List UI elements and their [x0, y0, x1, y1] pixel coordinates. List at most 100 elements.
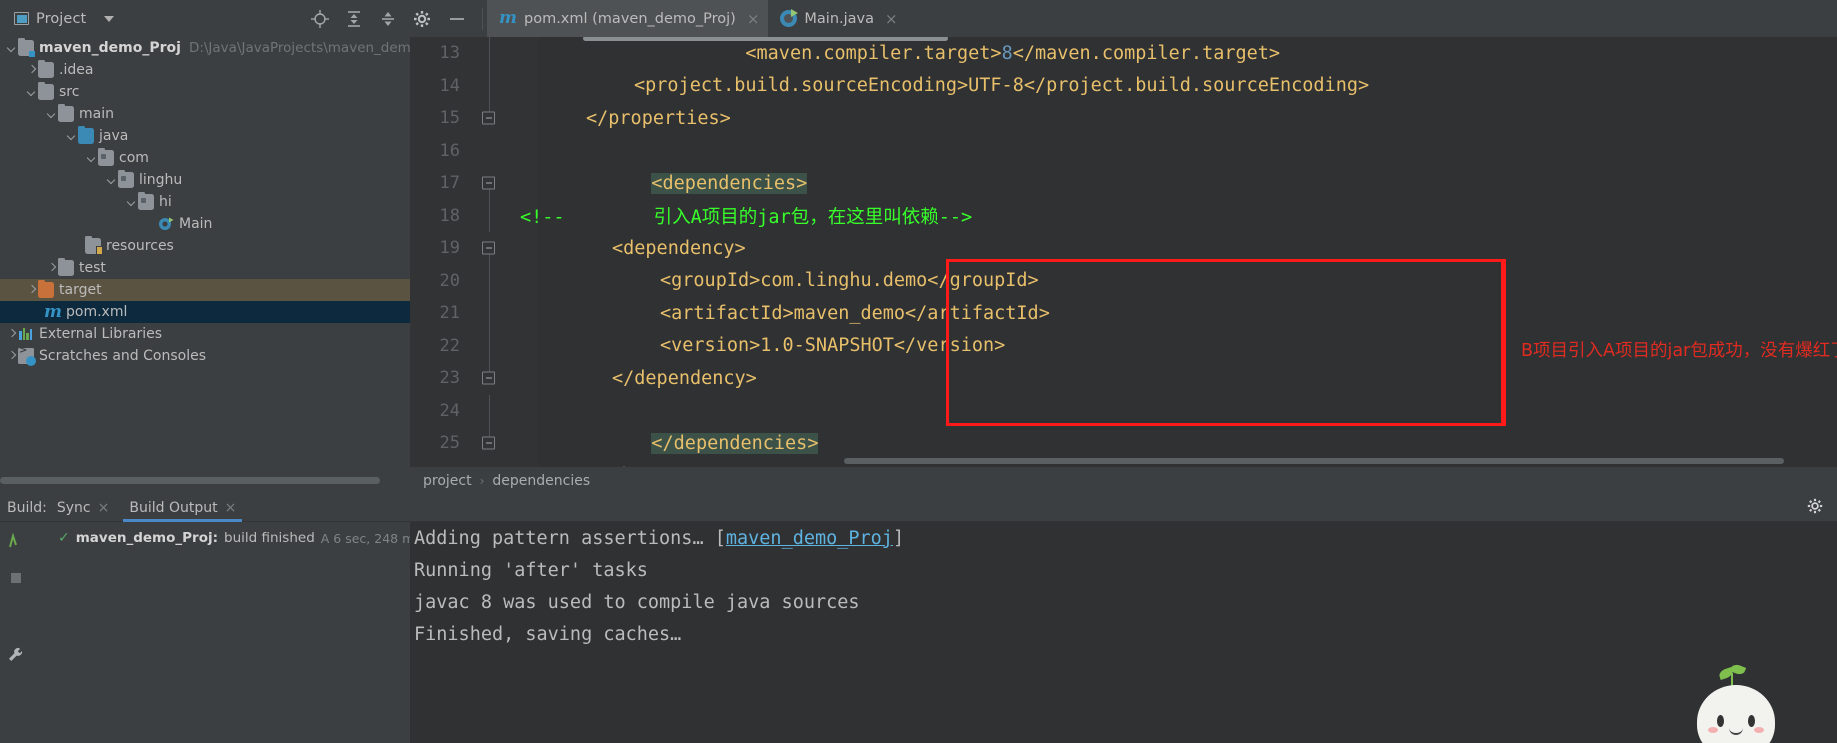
- tree-row-linghu[interactable]: linghu: [0, 169, 410, 191]
- project-tree-horizontal-scrollbar[interactable]: [0, 477, 380, 484]
- fold-column[interactable]: [466, 460, 512, 468]
- fold-end-icon[interactable]: [482, 436, 495, 450]
- editor-code-area[interactable]: 13 <maven.compiler.target>8</maven.compi…: [410, 37, 1837, 467]
- chevron-right-icon[interactable]: [25, 284, 38, 297]
- tree-row-maven-demo-proj[interactable]: maven_demo_Proj D:\Java\JavaProjects\mav…: [0, 37, 410, 59]
- fold-column[interactable]: [466, 394, 512, 427]
- tree-item-label: target: [59, 282, 102, 298]
- code-text: </properties>: [586, 107, 731, 129]
- locate-icon[interactable]: [310, 9, 330, 29]
- tab-pom-xml[interactable]: m pom.xml (maven_demo_Proj) ×: [487, 0, 769, 37]
- settings-gear-icon[interactable]: [412, 9, 432, 29]
- chevron-down-icon[interactable]: [25, 86, 38, 99]
- breadcrumb-item-project[interactable]: project: [423, 473, 472, 489]
- tab-build-output[interactable]: Build Output ×: [119, 494, 246, 522]
- chevron-down-icon[interactable]: [105, 174, 118, 187]
- code-text: <groupId>com.linghu.demo</groupId>: [660, 270, 1039, 292]
- collapse-all-icon[interactable]: [378, 9, 398, 29]
- chevron-down-icon[interactable]: [85, 152, 98, 165]
- fold-column[interactable]: [466, 102, 512, 135]
- scratches-icon: [18, 345, 36, 366]
- tree-row-main[interactable]: main: [0, 103, 410, 125]
- wrench-icon[interactable]: [6, 645, 26, 669]
- folder-icon: [58, 103, 74, 122]
- tree-row-com[interactable]: com: [0, 147, 410, 169]
- tree-row-external-libraries[interactable]: External Libraries: [0, 323, 410, 345]
- line-number: 18: [439, 205, 460, 226]
- tab-sync[interactable]: Sync ×: [47, 494, 119, 522]
- build-tab-bar: Build: Sync × Build Output ×: [0, 494, 1837, 522]
- rerun-icon[interactable]: [7, 532, 25, 554]
- breadcrumb-item-dependencies[interactable]: dependencies: [492, 473, 590, 489]
- editor-tab-strip: m pom.xml (maven_demo_Proj) × Main.java …: [487, 0, 1837, 37]
- module-folder-icon: [18, 37, 35, 57]
- success-check-icon: ✓: [58, 530, 70, 546]
- tree-item-label: .idea: [59, 62, 94, 78]
- resources-folder-icon: [85, 235, 103, 255]
- tree-row-test[interactable]: test: [0, 257, 410, 279]
- project-tree[interactable]: maven_demo_Proj D:\Java\JavaProjects\mav…: [0, 37, 410, 474]
- tree-row-scratches-and-consoles[interactable]: Scratches and Consoles: [0, 345, 410, 367]
- intention-bulb-icon[interactable]: [498, 176, 511, 190]
- fold-column[interactable]: [466, 297, 512, 330]
- tree-row-hi[interactable]: hi: [0, 191, 410, 213]
- build-result-row[interactable]: ✓ maven_demo_Proj: build finished A 6 se…: [32, 530, 421, 546]
- fold-column[interactable]: [466, 362, 512, 395]
- tree-row-target[interactable]: target: [0, 279, 410, 301]
- tree-row-main-class[interactable]: Main: [0, 213, 410, 235]
- gear-icon[interactable]: [1806, 497, 1837, 519]
- build-duration: A 6 sec, 248 ms: [320, 530, 421, 546]
- tree-row-idea[interactable]: .idea: [0, 59, 410, 81]
- chevron-right-icon[interactable]: [5, 350, 18, 363]
- build-module-name: maven_demo_Proj:: [75, 530, 218, 546]
- build-result-tree[interactable]: ✓ maven_demo_Proj: build finished A 6 se…: [32, 522, 421, 743]
- tab-label: Build Output: [129, 499, 218, 516]
- build-console-output[interactable]: Adding pattern assertions… [maven_demo_P…: [410, 522, 1837, 743]
- fold-start-icon[interactable]: [482, 241, 495, 255]
- chevron-down-icon[interactable]: [104, 15, 115, 22]
- tab-main-java[interactable]: Main.java ×: [768, 0, 906, 37]
- fold-end-icon[interactable]: [482, 371, 495, 385]
- fold-column[interactable]: [466, 264, 512, 297]
- fold-column[interactable]: [466, 329, 512, 362]
- fold-column[interactable]: [466, 135, 512, 168]
- build-panel-label: Build:: [7, 499, 47, 516]
- chevron-right-icon[interactable]: [5, 328, 18, 341]
- fold-end-icon[interactable]: [482, 111, 495, 125]
- console-link[interactable]: maven_demo_Proj: [726, 528, 893, 549]
- project-title-group[interactable]: Project: [0, 11, 115, 27]
- chevron-down-icon[interactable]: [65, 130, 78, 143]
- fold-column[interactable]: [466, 427, 512, 460]
- tree-row-src[interactable]: src: [0, 81, 410, 103]
- fold-column[interactable]: [466, 199, 512, 232]
- hide-icon[interactable]: [446, 9, 468, 29]
- chevron-right-icon[interactable]: [25, 64, 38, 77]
- stop-icon[interactable]: [9, 570, 23, 589]
- fold-column[interactable]: [466, 37, 512, 70]
- code-text: <artifactId>maven_demo</artifactId>: [660, 302, 1050, 324]
- chevron-right-icon[interactable]: [45, 262, 58, 275]
- chevron-down-icon[interactable]: [5, 42, 18, 55]
- code-editor[interactable]: 13 <maven.compiler.target>8</maven.compi…: [410, 37, 1837, 467]
- project-toolbar: [310, 7, 487, 30]
- code-line-18: 18 <!-- 引入A项目的jar包，在这里叫依赖-->: [410, 199, 1837, 232]
- tree-row-resources[interactable]: resources: [0, 235, 410, 257]
- tree-row-pom-xml[interactable]: m pom.xml: [0, 301, 410, 323]
- fold-column[interactable]: [466, 69, 512, 102]
- tab-close-icon[interactable]: ×: [885, 10, 898, 28]
- chevron-down-icon[interactable]: [125, 196, 138, 209]
- line-number: 23: [439, 368, 460, 389]
- line-number: 24: [439, 400, 460, 421]
- tab-close-icon[interactable]: ×: [225, 500, 237, 516]
- code-segment: <maven.compiler.target>: [745, 42, 1002, 64]
- expand-all-icon[interactable]: [344, 9, 364, 29]
- console-line: Adding pattern assertions… [maven_demo_P…: [414, 522, 1837, 554]
- tree-row-java[interactable]: java: [0, 125, 410, 147]
- tab-label: Sync: [56, 499, 91, 516]
- fold-start-icon[interactable]: [482, 176, 495, 190]
- editor-horizontal-scrollbar[interactable]: [844, 458, 1784, 464]
- fold-column[interactable]: [466, 232, 512, 265]
- tab-close-icon[interactable]: ×: [98, 500, 110, 516]
- chevron-down-icon[interactable]: [45, 108, 58, 121]
- tab-close-icon[interactable]: ×: [747, 10, 760, 28]
